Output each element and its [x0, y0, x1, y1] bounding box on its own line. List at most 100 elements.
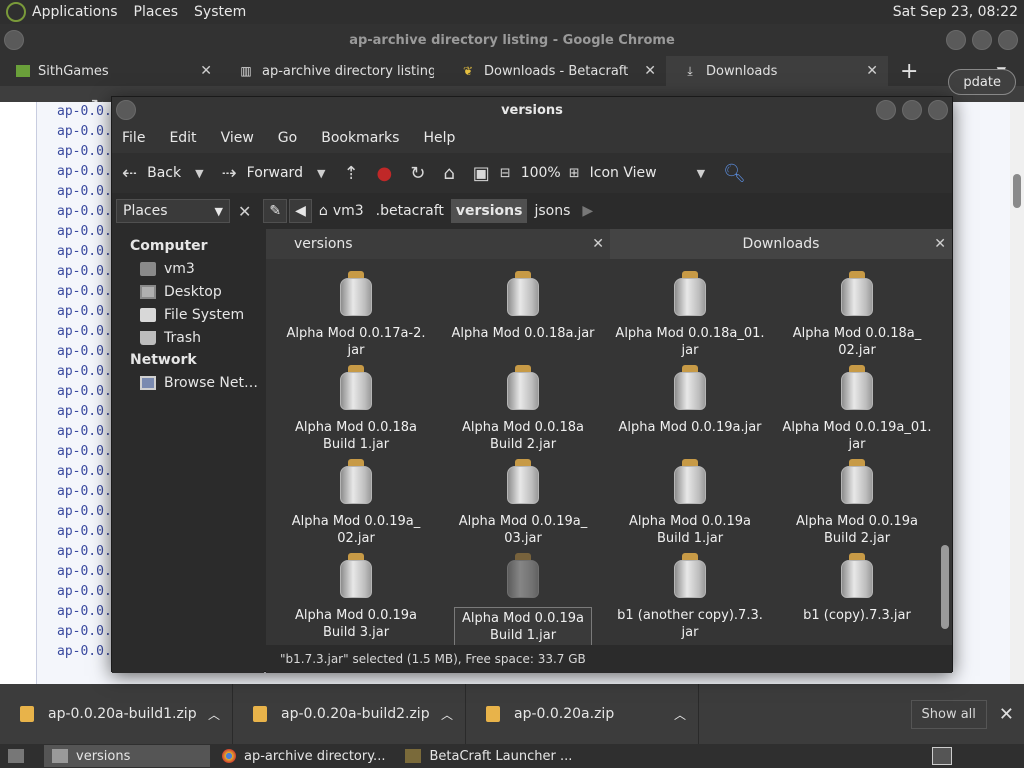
listing-row[interactable]: ap-0.0. — [57, 324, 112, 339]
listing-row[interactable]: ap-0.0. — [57, 544, 112, 559]
close-window-button[interactable] — [998, 30, 1018, 50]
jar-file-item[interactable]: Alpha Mod 0.0.18a_ 02.jar — [777, 271, 937, 359]
jar-file-item[interactable]: Alpha Mod 0.0.19a Build 2.jar — [777, 459, 937, 547]
listing-row[interactable]: ap-0.0. — [57, 184, 112, 199]
menu-view[interactable]: View — [221, 130, 254, 146]
jar-file-item[interactable]: Alpha Mod 0.0.18a_01. jar — [610, 271, 770, 359]
sidebar-item-browse-network[interactable]: Browse Net… — [112, 371, 264, 394]
jar-file-item[interactable]: Alpha Mod 0.0.19a Build 1.jar — [443, 553, 603, 645]
listing-row[interactable]: ap-0.0. — [57, 504, 112, 519]
download-item[interactable]: ap-0.0.20a.zip ︿ — [466, 684, 699, 744]
fm-scrollbar-thumb[interactable] — [941, 545, 949, 629]
jar-file-item[interactable]: Alpha Mod 0.0.18a Build 2.jar — [443, 365, 603, 453]
up-arrow-icon[interactable]: ⇡ — [343, 163, 358, 184]
close-downloads-bar-icon[interactable]: ✕ — [999, 704, 1014, 725]
tab-close-icon[interactable]: ✕ — [200, 63, 212, 79]
search-icon[interactable]: 🔍︎ — [723, 163, 746, 184]
listing-row[interactable]: ap-0.0. — [57, 564, 112, 579]
sidebar-item-file-system[interactable]: File System — [112, 303, 264, 326]
jar-file-item[interactable]: Alpha Mod 0.0.19a_01. jar — [777, 365, 937, 453]
menu-bookmarks[interactable]: Bookmarks — [321, 130, 399, 146]
menu-help[interactable]: Help — [423, 130, 455, 146]
listing-row[interactable]: ap-0.0. — [57, 124, 112, 139]
listing-row[interactable]: ap-0.0. — [57, 484, 112, 499]
distro-logo-icon[interactable] — [6, 2, 26, 22]
show-all-button[interactable]: Show all — [910, 699, 987, 729]
forward-button[interactable]: Forward — [247, 165, 303, 181]
stop-icon[interactable]: ● — [377, 163, 393, 184]
close-pane-icon[interactable]: ✕ — [592, 236, 604, 252]
jar-file-item[interactable]: Alpha Mod 0.0.19a Build 1.jar — [610, 459, 770, 547]
tab-close-icon[interactable]: ✕ — [644, 63, 656, 79]
jar-file-item[interactable]: Alpha Mod 0.0.19a.jar — [610, 365, 770, 436]
download-item[interactable]: ap-0.0.20a-build1.zip ︿ — [0, 684, 233, 744]
listing-row[interactable]: ap-0.0. — [57, 404, 112, 419]
breadcrumb-betacraft[interactable]: .betacraft — [371, 199, 449, 223]
breadcrumb-right-arrow-icon[interactable]: ▶ — [577, 199, 598, 223]
listing-row[interactable]: ap-0.0. — [57, 264, 112, 279]
tab-betacraft-downloads[interactable]: ❦ Downloads - Betacraft ✕ — [444, 56, 666, 86]
listing-row[interactable]: ap-0.0. — [57, 624, 112, 639]
chevron-up-icon[interactable]: ︿ — [441, 706, 453, 723]
back-icon[interactable]: ⇠ — [122, 163, 137, 184]
listing-row[interactable]: ap-0.0. — [57, 464, 112, 479]
task-betacraft[interactable]: BetaCraft Launcher ... — [397, 745, 580, 767]
chrome-titlebar[interactable]: ap-archive directory listing - Google Ch… — [0, 24, 1024, 56]
home-icon[interactable]: ⌂ — [443, 163, 454, 184]
jar-file-item[interactable]: Alpha Mod 0.0.17a-2. jar — [276, 271, 436, 359]
view-mode-select[interactable]: Icon View — [590, 165, 657, 181]
listing-row[interactable]: ap-0.0. — [57, 284, 112, 299]
listing-row[interactable]: ap-0.0. — [57, 144, 112, 159]
jar-file-item[interactable]: Alpha Mod 0.0.19a_ 02.jar — [276, 459, 436, 547]
breadcrumb-vm3[interactable]: ⌂ vm3 — [314, 199, 369, 223]
listing-row[interactable]: ap-0.0. — [57, 224, 112, 239]
back-history-caret-icon[interactable]: ▼ — [195, 167, 203, 180]
listing-row[interactable]: ap-0.0. — [57, 304, 112, 319]
fm-scrollbar[interactable] — [940, 265, 950, 639]
fm-titlebar[interactable]: versions — [112, 97, 952, 123]
listing-row[interactable]: ap-0.0. — [57, 424, 112, 439]
forward-history-caret-icon[interactable]: ▼ — [317, 167, 325, 180]
show-desktop-button[interactable] — [0, 745, 40, 767]
menu-go[interactable]: Go — [278, 130, 297, 146]
file-icon-view[interactable]: Alpha Mod 0.0.17a-2. jar Alpha Mod 0.0.18a… — [266, 259, 952, 645]
listing-row[interactable]: ap-0.0. — [57, 244, 112, 259]
listing-row[interactable]: ap-0.0. — [57, 164, 112, 179]
sidebar-item-trash[interactable]: Trash — [112, 326, 264, 349]
sidebar-item-vm3[interactable]: vm3 — [112, 257, 264, 280]
task-versions[interactable]: versions — [44, 745, 210, 767]
sidebar-type-select[interactable]: Places ▼ — [116, 199, 230, 223]
tab-ap-archive[interactable]: ▥ ap-archive directory listing — [222, 56, 444, 86]
listing-row[interactable]: ap-0.0. — [57, 444, 112, 459]
computer-icon[interactable]: ▣ — [473, 163, 490, 184]
back-button[interactable]: Back — [147, 165, 181, 181]
page-scrollbar-thumb[interactable] — [1013, 174, 1021, 208]
tab-close-icon[interactable]: ✕ — [866, 63, 878, 79]
breadcrumb-left-arrow-icon[interactable]: ◀ — [289, 199, 312, 223]
pane-tab-downloads[interactable]: Downloads ✕ — [610, 229, 952, 259]
jar-file-item[interactable]: b1 (copy).7.3.jar — [777, 553, 937, 624]
view-mode-caret-icon[interactable]: ▼ — [697, 167, 705, 180]
tab-sithgames[interactable]: SithGames ✕ — [0, 56, 222, 86]
listing-row[interactable]: ap-0.0. — [57, 384, 112, 399]
jar-file-item[interactable]: Alpha Mod 0.0.18a Build 1.jar — [276, 365, 436, 453]
chevron-up-icon[interactable]: ︿ — [674, 706, 686, 723]
download-item[interactable]: ap-0.0.20a-build2.zip ︿ — [233, 684, 466, 744]
close-window-button[interactable] — [928, 100, 948, 120]
window-menu-icon[interactable] — [4, 30, 24, 50]
sidebar-item-desktop[interactable]: Desktop — [112, 280, 264, 303]
jar-file-item[interactable]: Alpha Mod 0.0.18a.jar — [443, 271, 603, 342]
menu-file[interactable]: File — [122, 130, 145, 146]
maximize-button[interactable] — [972, 30, 992, 50]
places-menu[interactable]: Places — [134, 4, 179, 20]
chrome-update-button[interactable]: pdate — [948, 69, 1016, 95]
window-menu-icon[interactable] — [116, 100, 136, 120]
breadcrumb-versions[interactable]: versions — [450, 199, 528, 223]
listing-row[interactable]: ap-0.0. — [57, 524, 112, 539]
system-menu[interactable]: System — [194, 4, 246, 20]
panel-clock[interactable]: Sat Sep 23, 08:22 — [893, 4, 1018, 20]
breadcrumb-jsons[interactable]: jsons — [529, 199, 575, 223]
close-sidebar-icon[interactable]: ✕ — [238, 202, 251, 221]
listing-row[interactable]: ap-0.0. — [57, 604, 112, 619]
listing-row[interactable]: ap-0.0. — [57, 364, 112, 379]
